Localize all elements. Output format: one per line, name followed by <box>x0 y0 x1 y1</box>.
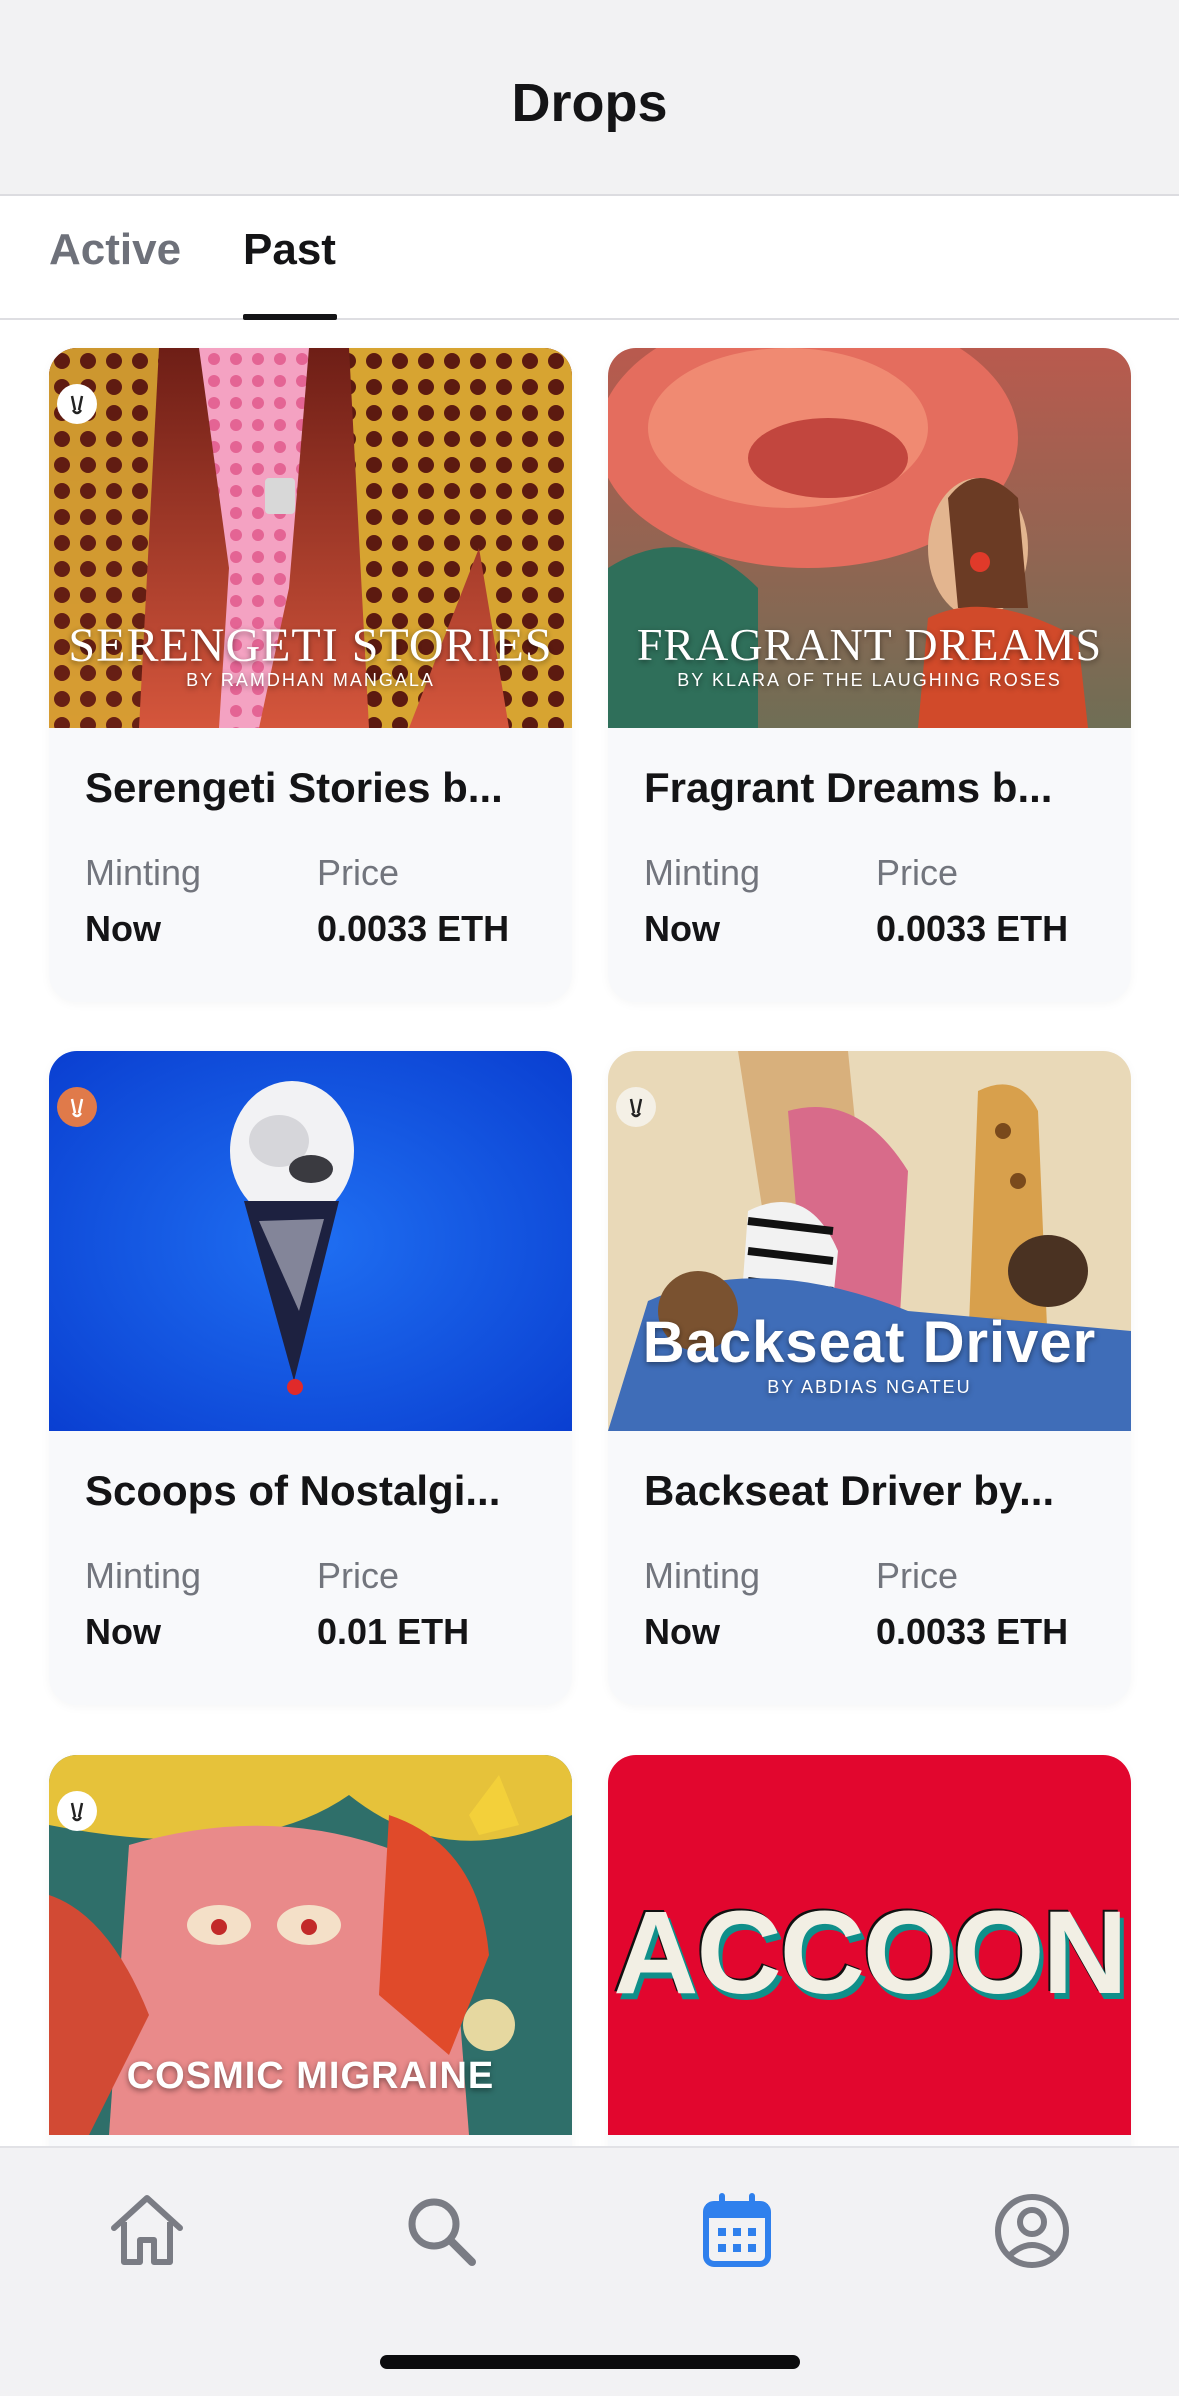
drop-title: Scoops of Nostalgi... <box>85 1467 501 1514</box>
artwork-byline-text: BY KLARA OF THE LAUGHING ROSES <box>677 670 1062 690</box>
drop-card[interactable]: Backseat Driver BY ABDIAS NGATEU Backsea… <box>608 1051 1131 1705</box>
artwork-title-text: FRAGRANT DREAMS <box>636 619 1103 670</box>
drop-artwork: Backseat Driver BY ABDIAS NGATEU <box>608 1051 1131 1431</box>
profile-icon[interactable] <box>987 2186 1077 2276</box>
home-indicator <box>380 2355 800 2369</box>
minting-label: Minting <box>644 852 761 893</box>
drop-card[interactable]: SERENGETI STORIES BY RAMDHAN MANGALA Ser… <box>49 348 572 1002</box>
minting-label: Minting <box>85 852 202 893</box>
creator-badge-icon <box>57 384 97 424</box>
minting-value: Now <box>644 908 720 949</box>
home-icon[interactable] <box>102 2186 192 2276</box>
artwork-title-text: Backseat Driver <box>642 1310 1097 1375</box>
price-label: Price <box>876 1555 959 1596</box>
drop-title: Backseat Driver by... <box>644 1467 1055 1514</box>
drop-title: Serengeti Stories b... <box>85 764 503 811</box>
tab-past[interactable]: Past <box>243 198 336 318</box>
drop-card[interactable]: COSMIC MIGRAINE <box>49 1755 572 2146</box>
drop-title: Fragrant Dreams b... <box>644 764 1053 811</box>
price-value: 0.0033 ETH <box>876 908 1069 949</box>
artwork-title-text: ACCOON <box>613 1887 1127 2019</box>
segment-tabs: Active Past <box>0 198 1179 320</box>
drop-artwork <box>49 1051 572 1431</box>
price-value: 0.0033 ETH <box>876 1611 1069 1652</box>
drop-card[interactable]: Scoops of Nostalgi... Minting Price Now … <box>49 1051 572 1705</box>
creator-badge-icon <box>616 1087 656 1127</box>
page-title: Drops <box>511 73 668 133</box>
drop-artwork: FRAGRANT DREAMS BY KLARA OF THE LAUGHING… <box>608 348 1131 728</box>
artwork-byline-text: BY ABDIAS NGATEU <box>767 1377 972 1397</box>
minting-value: Now <box>644 1611 720 1652</box>
drop-artwork: SERENGETI STORIES BY RAMDHAN MANGALA <box>49 348 572 728</box>
drops-grid[interactable]: SERENGETI STORIES BY RAMDHAN MANGALA Ser… <box>0 320 1179 2146</box>
artwork-title-text: COSMIC MIGRAINE <box>126 2055 495 2097</box>
search-icon[interactable] <box>396 2186 486 2276</box>
minting-value: Now <box>85 908 161 949</box>
top-bar: Drops <box>0 0 1179 196</box>
price-value: 0.0033 ETH <box>317 908 510 949</box>
calendar-icon[interactable] <box>692 2186 782 2276</box>
minting-value: Now <box>85 1611 161 1652</box>
drop-artwork: COSMIC MIGRAINE <box>49 1755 572 2135</box>
minting-label: Minting <box>85 1555 202 1596</box>
price-label: Price <box>876 852 959 893</box>
creator-badge-icon <box>57 1791 97 1831</box>
price-label: Price <box>317 852 400 893</box>
price-label: Price <box>317 1555 400 1596</box>
tab-active[interactable]: Active <box>49 198 181 318</box>
drop-card[interactable]: ACCOON <box>608 1755 1131 2146</box>
drop-artwork: ACCOON <box>608 1755 1131 2135</box>
price-value: 0.01 ETH <box>317 1611 470 1652</box>
artwork-byline-text: BY RAMDHAN MANGALA <box>186 670 435 690</box>
minting-label: Minting <box>644 1555 761 1596</box>
artwork-title-text: SERENGETI STORIES <box>68 619 553 672</box>
creator-badge-icon <box>57 1087 97 1127</box>
drop-card[interactable]: FRAGRANT DREAMS BY KLARA OF THE LAUGHING… <box>608 348 1131 1002</box>
